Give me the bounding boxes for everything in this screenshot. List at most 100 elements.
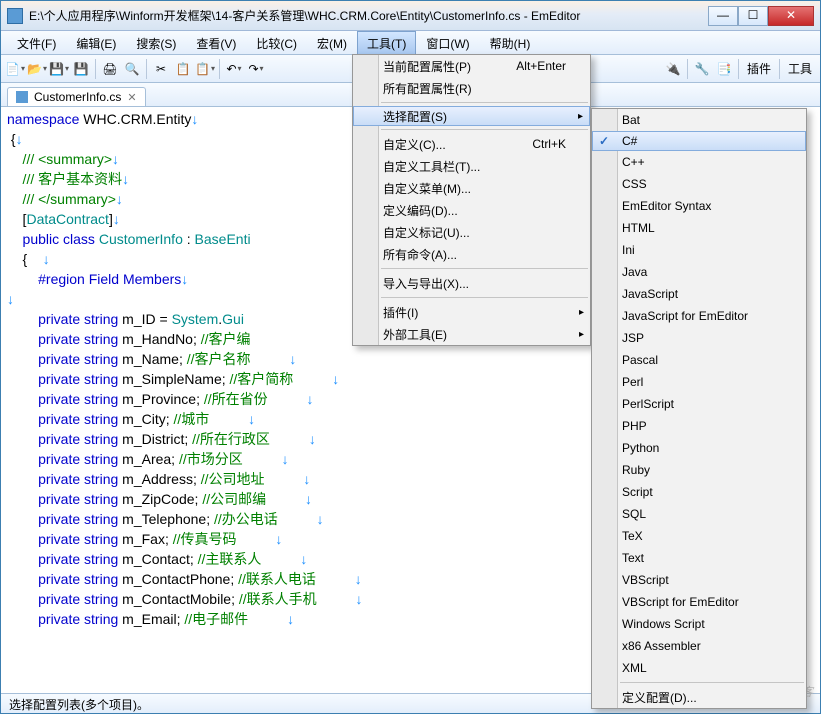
- menu-item-label: XML: [622, 661, 647, 675]
- menu-item[interactable]: 导入与导出(X)...: [353, 272, 590, 294]
- open-file-button[interactable]: 📂: [27, 59, 47, 79]
- paste-button[interactable]: 📋: [195, 59, 215, 79]
- menu-item-label: Ini: [622, 243, 635, 257]
- separator: [738, 59, 739, 79]
- menu-item[interactable]: VBScript for EmEditor: [592, 591, 806, 613]
- menu-item-label: Perl: [622, 375, 643, 389]
- tools-label[interactable]: 工具: [784, 60, 816, 77]
- menu-separator: [381, 297, 588, 298]
- menu-item-label: JavaScript for EmEditor: [622, 309, 748, 323]
- menu-item[interactable]: ✓ C#: [592, 131, 806, 151]
- menu-item[interactable]: Text: [592, 547, 806, 569]
- menu-item[interactable]: C++: [592, 151, 806, 173]
- menu-item[interactable]: 定义配置(D)...: [592, 686, 806, 708]
- menu-item[interactable]: Ini: [592, 239, 806, 261]
- file-icon: [16, 91, 28, 103]
- separator: [146, 59, 147, 79]
- menu-item[interactable]: 选择配置(S): [353, 106, 590, 126]
- menu-item-label: C#: [622, 134, 637, 148]
- menu-item-label: Python: [622, 441, 659, 455]
- window-title: E:\个人应用程序\Winform开发框架\14-客户关系管理\WHC.CRM.…: [29, 7, 708, 24]
- menu-item[interactable]: TeX: [592, 525, 806, 547]
- menubar: 文件(F)编辑(E)搜索(S)查看(V)比较(C)宏(M)工具(T)窗口(W)帮…: [1, 31, 820, 55]
- menu-item[interactable]: HTML: [592, 217, 806, 239]
- menu-帮助[interactable]: 帮助(H): [480, 31, 541, 54]
- menu-item[interactable]: 外部工具(E): [353, 323, 590, 345]
- tab-label: CustomerInfo.cs: [34, 90, 121, 104]
- menu-item[interactable]: XML: [592, 657, 806, 679]
- menu-item-label: VBScript for EmEditor: [622, 595, 739, 609]
- menu-item-label: 外部工具(E): [383, 326, 447, 343]
- plugin-icon[interactable]: 🔌: [663, 59, 683, 79]
- menu-item-label: PerlScript: [622, 397, 674, 411]
- menu-item[interactable]: 所有配置属性(R): [353, 77, 590, 99]
- menu-item[interactable]: JSP: [592, 327, 806, 349]
- document-tab[interactable]: CustomerInfo.cs ✕: [7, 87, 146, 106]
- menu-item-label: C++: [622, 155, 645, 169]
- menu-separator: [381, 129, 588, 130]
- undo-button[interactable]: ↶: [224, 59, 244, 79]
- menu-item[interactable]: x86 Assembler: [592, 635, 806, 657]
- preview-button[interactable]: 🔍: [122, 59, 142, 79]
- titlebar[interactable]: E:\个人应用程序\Winform开发框架\14-客户关系管理\WHC.CRM.…: [1, 1, 820, 31]
- save-button[interactable]: 💾: [49, 59, 69, 79]
- menu-item[interactable]: Windows Script: [592, 613, 806, 635]
- menu-item[interactable]: JavaScript for EmEditor: [592, 305, 806, 327]
- menu-item[interactable]: SQL: [592, 503, 806, 525]
- menu-窗口[interactable]: 窗口(W): [416, 31, 479, 54]
- separator: [219, 59, 220, 79]
- app-icon: [7, 8, 23, 24]
- menu-item[interactable]: Python: [592, 437, 806, 459]
- check-icon: ✓: [599, 134, 609, 148]
- menu-宏[interactable]: 宏(M): [307, 31, 357, 54]
- tool-icon-2[interactable]: 📑: [714, 59, 734, 79]
- menu-item[interactable]: 定义编码(D)...: [353, 199, 590, 221]
- menu-item[interactable]: PHP: [592, 415, 806, 437]
- redo-button[interactable]: ↷: [246, 59, 266, 79]
- menu-item[interactable]: 插件(I): [353, 301, 590, 323]
- menu-item[interactable]: 当前配置属性(P)Alt+Enter: [353, 55, 590, 77]
- menu-item-label: Windows Script: [622, 617, 705, 631]
- menu-item-label: x86 Assembler: [622, 639, 701, 653]
- maximize-button[interactable]: ☐: [738, 6, 768, 26]
- menu-item-label: CSS: [622, 177, 647, 191]
- menu-item[interactable]: Java: [592, 261, 806, 283]
- plugins-label[interactable]: 插件: [743, 60, 775, 77]
- menu-工具[interactable]: 工具(T): [357, 31, 416, 54]
- new-file-button[interactable]: 📄: [5, 59, 25, 79]
- menu-item[interactable]: Perl: [592, 371, 806, 393]
- menu-比较[interactable]: 比较(C): [246, 31, 307, 54]
- menu-item-label: Text: [622, 551, 644, 565]
- menu-item[interactable]: 自定义标记(U)...: [353, 221, 590, 243]
- menu-item[interactable]: VBScript: [592, 569, 806, 591]
- menu-item[interactable]: Ruby: [592, 459, 806, 481]
- close-button[interactable]: ✕: [768, 6, 814, 26]
- menu-item-label: Ruby: [622, 463, 650, 477]
- menu-item[interactable]: CSS: [592, 173, 806, 195]
- print-button[interactable]: 🖨: [100, 59, 120, 79]
- menu-item[interactable]: 自定义菜单(M)...: [353, 177, 590, 199]
- tab-close-button[interactable]: ✕: [127, 91, 136, 104]
- menu-编辑[interactable]: 编辑(E): [66, 31, 126, 54]
- separator: [779, 59, 780, 79]
- menu-item-label: 自定义工具栏(T)...: [383, 158, 480, 175]
- menu-item[interactable]: 自定义(C)...Ctrl+K: [353, 133, 590, 155]
- menu-item-label: 所有命令(A)...: [383, 246, 457, 263]
- menu-item[interactable]: PerlScript: [592, 393, 806, 415]
- cut-button[interactable]: ✂: [151, 59, 171, 79]
- tool-icon-1[interactable]: 🔧: [692, 59, 712, 79]
- menu-文件[interactable]: 文件(F): [7, 31, 66, 54]
- copy-button[interactable]: 📋: [173, 59, 193, 79]
- menu-item[interactable]: 自定义工具栏(T)...: [353, 155, 590, 177]
- menu-item[interactable]: Bat: [592, 109, 806, 131]
- minimize-button[interactable]: —: [708, 6, 738, 26]
- menu-item[interactable]: Pascal: [592, 349, 806, 371]
- menu-item-label: Script: [622, 485, 653, 499]
- menu-查看[interactable]: 查看(V): [186, 31, 246, 54]
- menu-搜索[interactable]: 搜索(S): [126, 31, 186, 54]
- menu-item[interactable]: EmEditor Syntax: [592, 195, 806, 217]
- menu-item[interactable]: JavaScript: [592, 283, 806, 305]
- menu-item[interactable]: Script: [592, 481, 806, 503]
- menu-item[interactable]: 所有命令(A)...: [353, 243, 590, 265]
- save-all-button[interactable]: 💾: [71, 59, 91, 79]
